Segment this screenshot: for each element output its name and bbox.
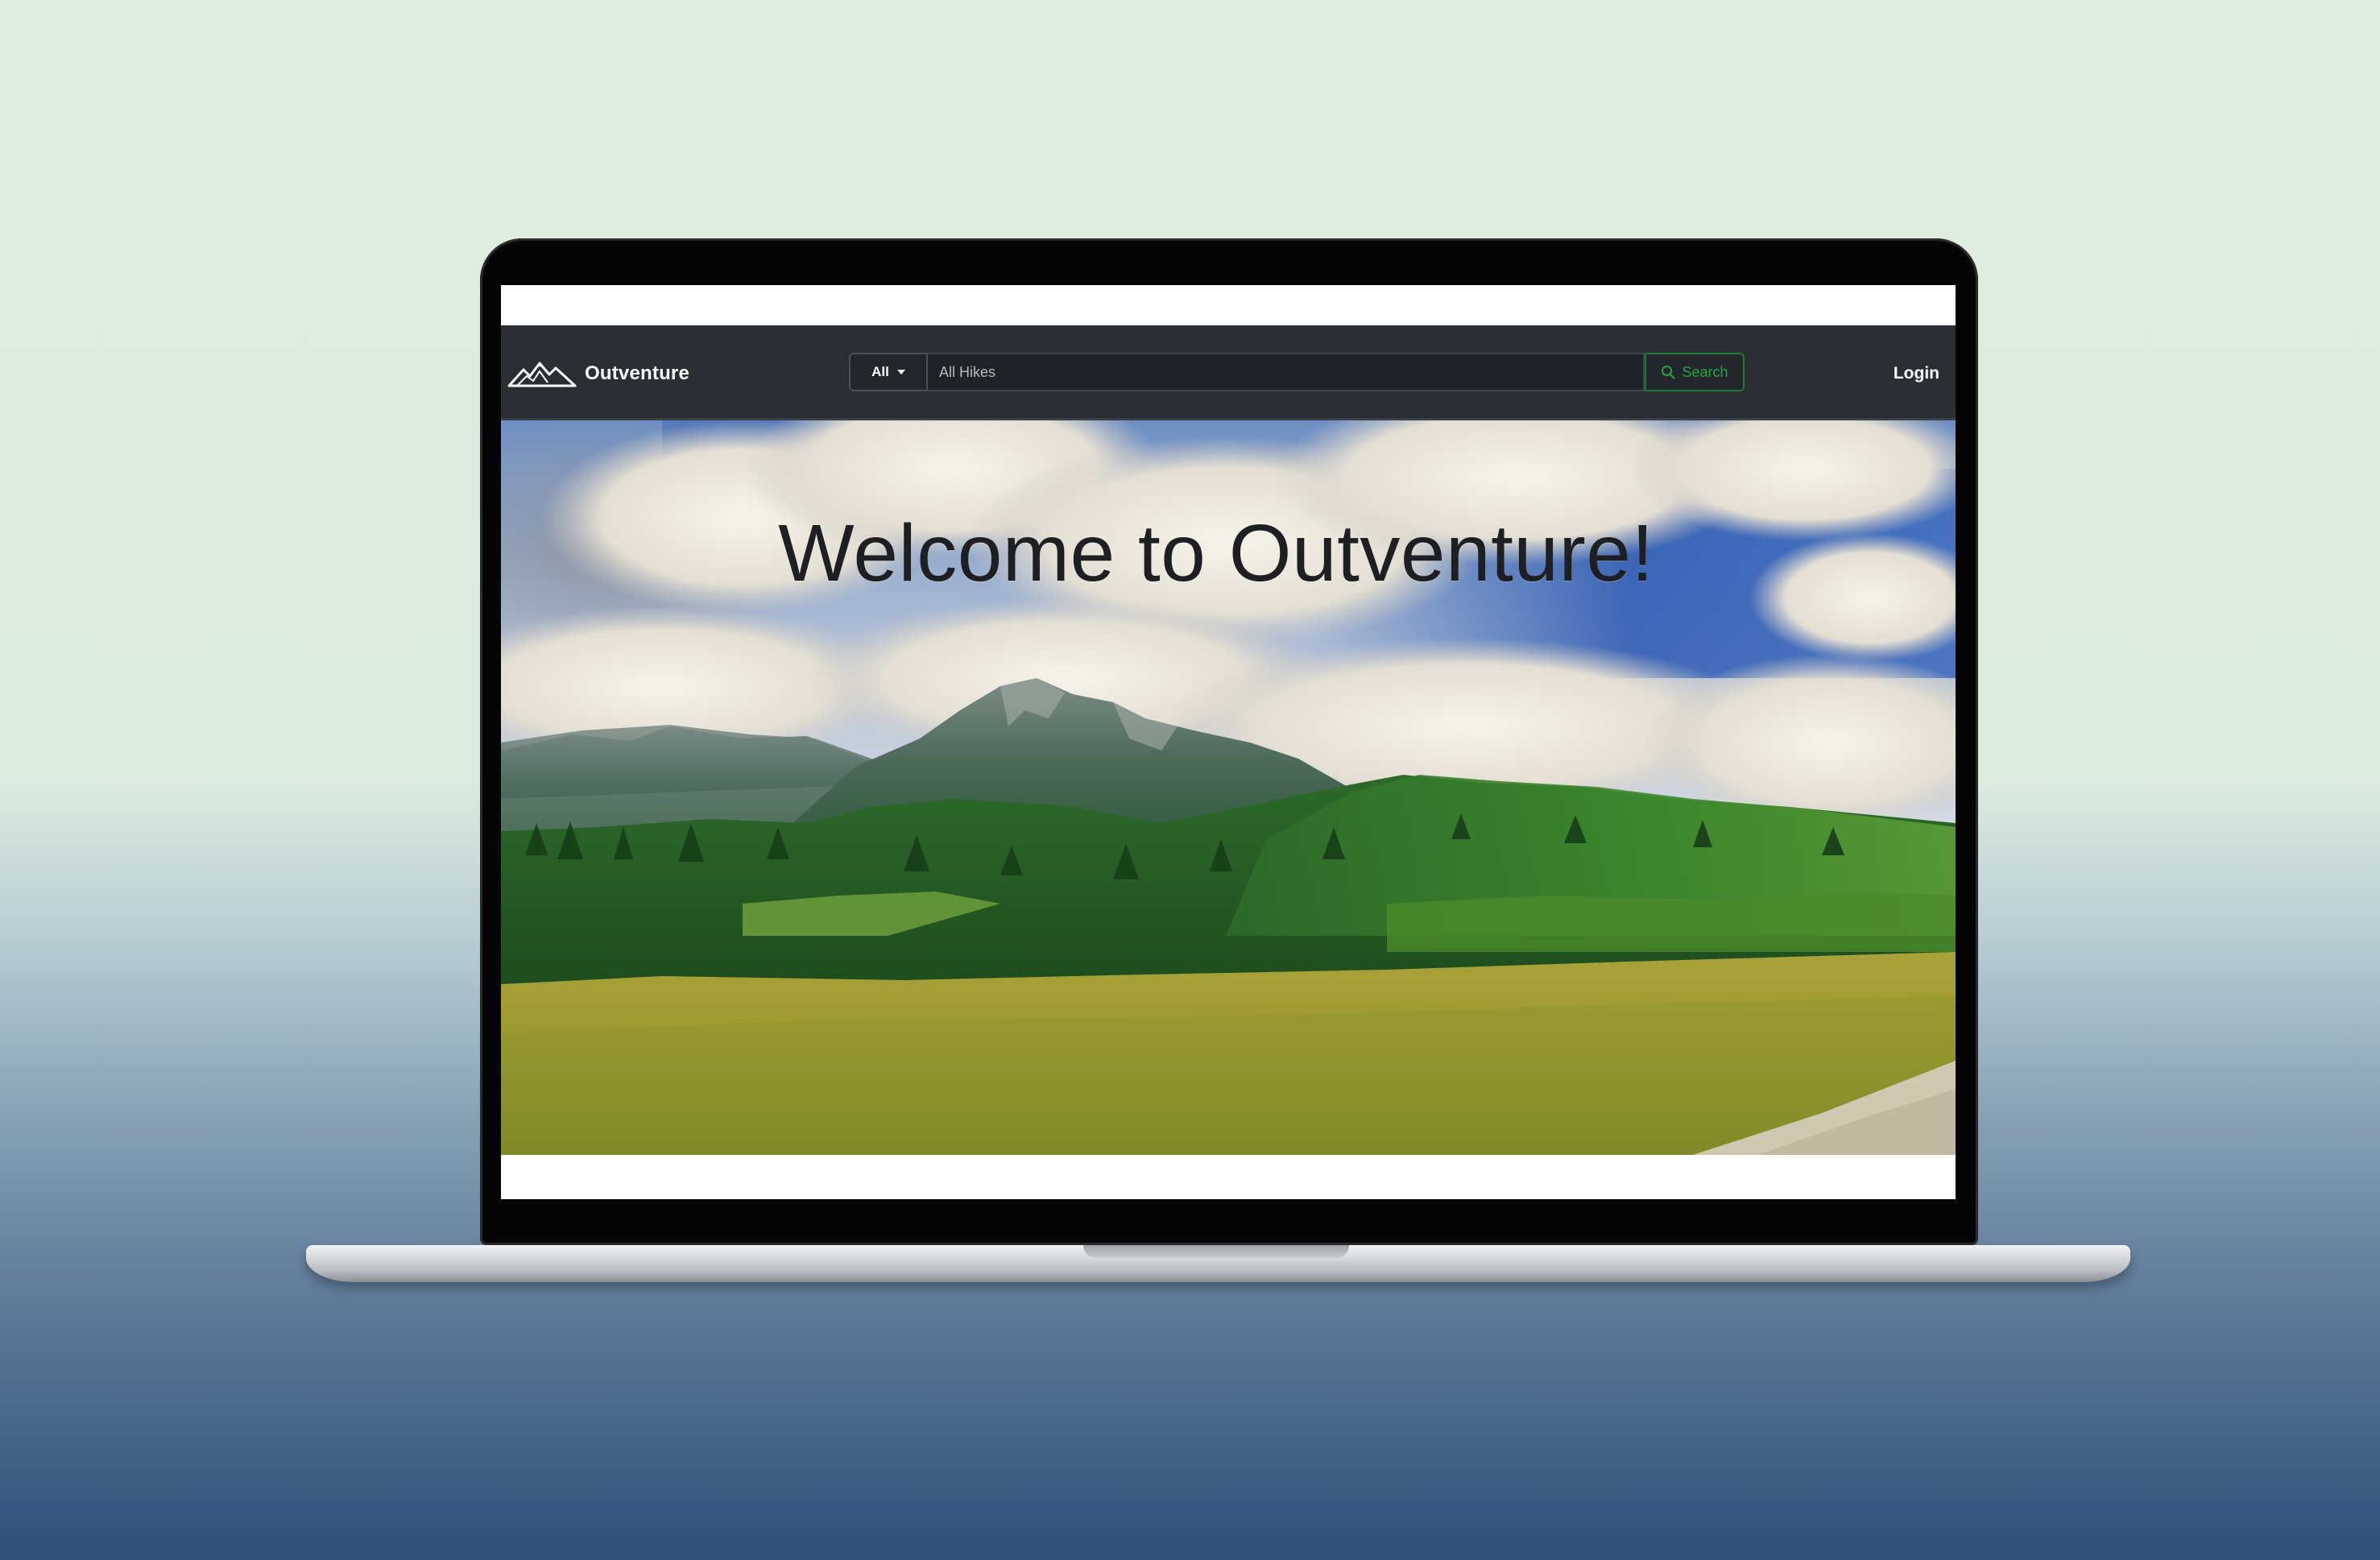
hero-title: Welcome to Outventure!	[778, 508, 1654, 598]
brand[interactable]: Outventure	[507, 356, 689, 391]
browser-bottom-strip	[501, 1155, 1956, 1199]
category-selected: All	[871, 364, 889, 379]
browser-top-strip	[501, 285, 1956, 325]
search-group: All Search	[849, 353, 1745, 391]
laptop-screen: Outventure All Search Login	[501, 285, 1956, 1199]
navbar: Outventure All Search Login	[501, 325, 1956, 420]
search-button-label: Search	[1682, 363, 1728, 380]
search-button[interactable]: Search	[1645, 353, 1745, 391]
search-icon	[1662, 366, 1675, 379]
category-dropdown[interactable]: All	[849, 353, 928, 391]
laptop-notch	[1083, 1245, 1349, 1258]
hero-section: Welcome to Outventure!	[501, 420, 1956, 1155]
mountain-logo-icon	[507, 362, 577, 387]
login-link[interactable]: Login	[1894, 356, 1939, 391]
caret-down-icon	[896, 370, 905, 374]
search-input[interactable]	[928, 353, 1645, 391]
brand-name: Outventure	[585, 362, 690, 384]
